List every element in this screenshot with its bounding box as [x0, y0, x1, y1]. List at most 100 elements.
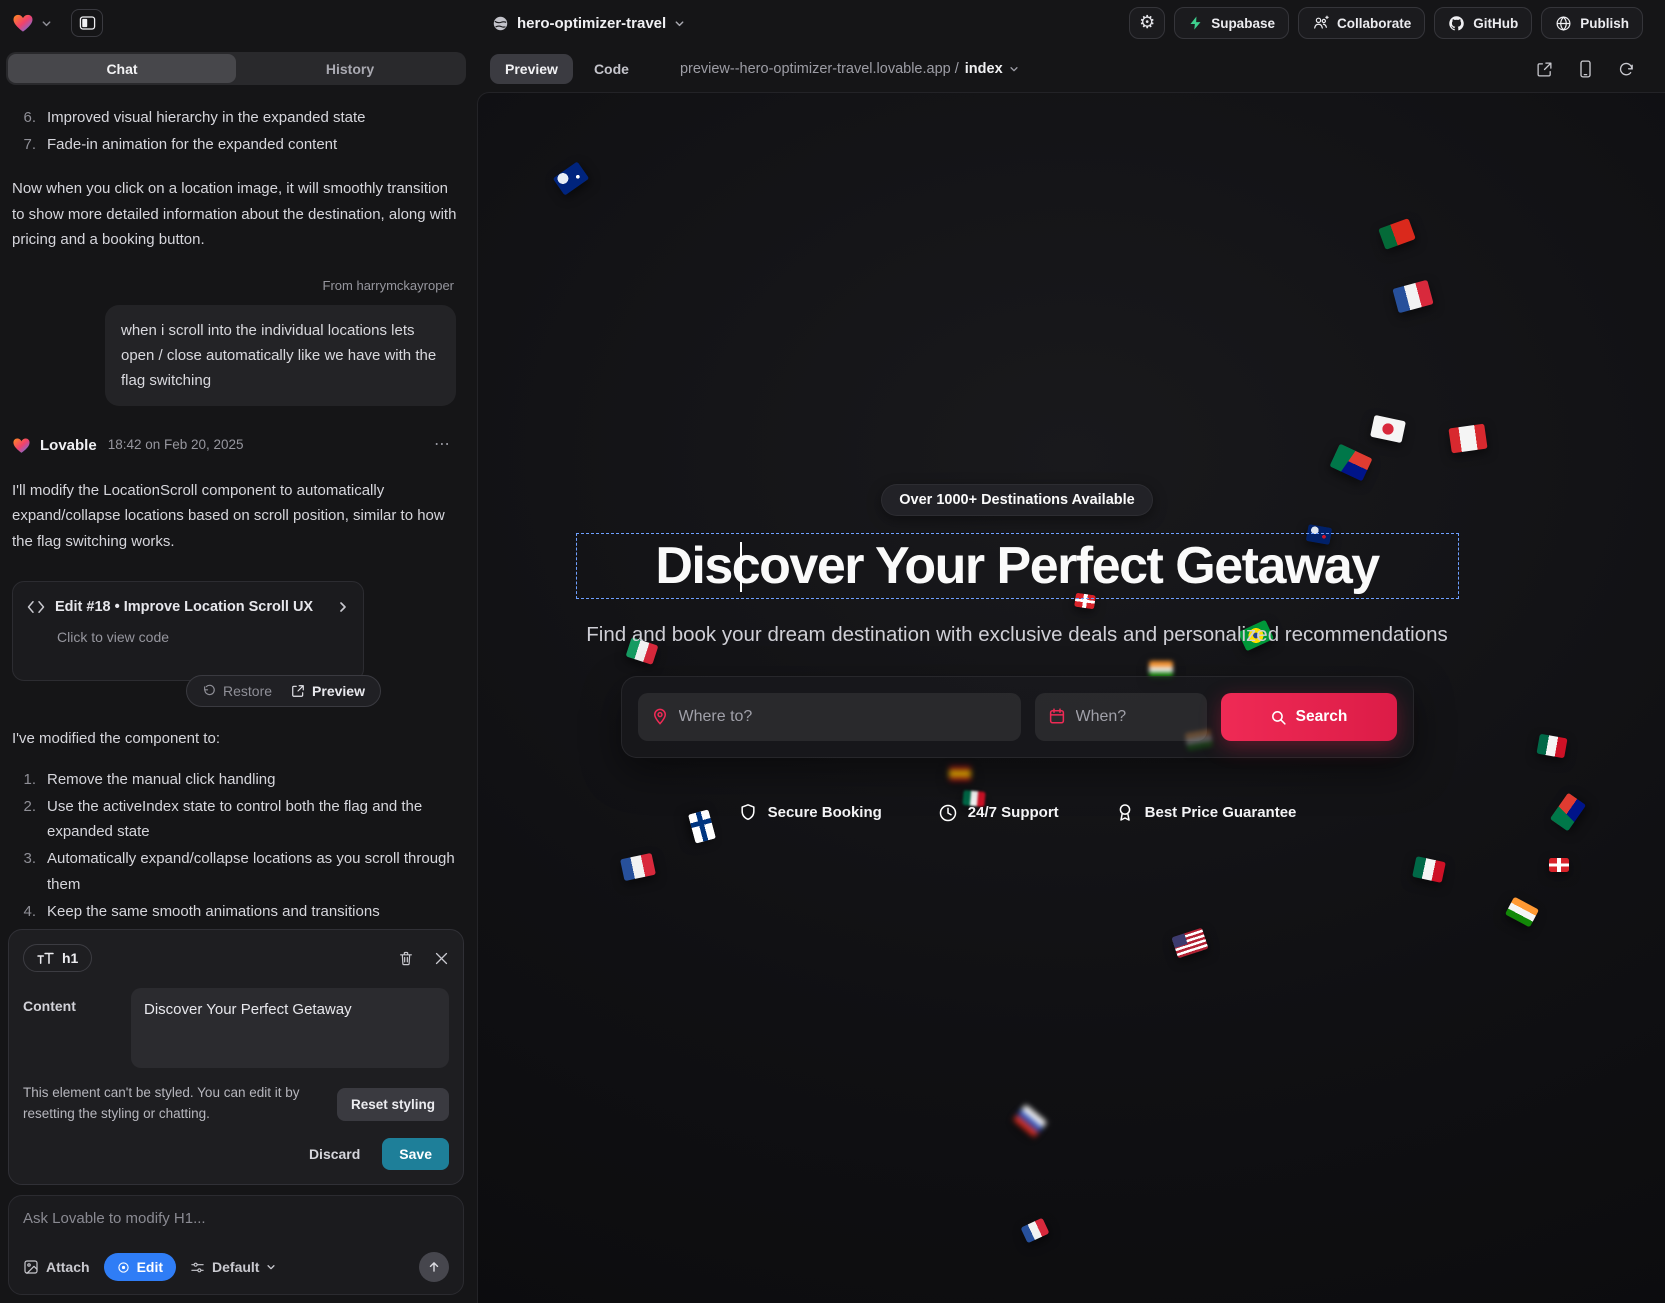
chat-scroll[interactable]: 6.Improved visual hierarchy in the expan…: [0, 85, 472, 923]
preview-url[interactable]: preview--hero-optimizer-travel.lovable.a…: [680, 61, 1019, 77]
message-author-label: From harrymckayroper: [12, 275, 458, 297]
clock-icon: [938, 803, 958, 823]
chat-sidebar: Chat History 6.Improved visual hierarchy…: [0, 46, 472, 1303]
flag-fr-icon: [1392, 280, 1433, 313]
preview-toolbar: Preview Code preview--hero-optimizer-tra…: [472, 46, 1665, 92]
where-to-input[interactable]: [638, 693, 1021, 741]
flag-jp-icon: [1370, 415, 1406, 443]
list-item: 7.Fade-in animation for the expanded con…: [12, 132, 458, 157]
assistant-name: Lovable: [40, 433, 97, 458]
gear-icon: ⚙: [1139, 14, 1155, 32]
url-host: preview--hero-optimizer-travel.lovable.a…: [680, 61, 959, 77]
list-item: 3.Automatically expand/collapse location…: [12, 846, 458, 896]
publish-button[interactable]: Publish: [1541, 7, 1643, 39]
content-textarea[interactable]: Discover Your Perfect Getaway: [131, 988, 449, 1068]
list-item: 4.Keep the same smooth animations and tr…: [12, 899, 458, 923]
save-button[interactable]: Save: [382, 1138, 449, 1170]
github-button[interactable]: GitHub: [1434, 7, 1532, 39]
location-pin-icon: [651, 707, 669, 726]
chat-input[interactable]: [23, 1210, 449, 1227]
chevron-down-icon: [266, 1262, 276, 1272]
text-type-icon: [37, 952, 54, 965]
text-caret: [740, 542, 742, 592]
shield-icon: [738, 802, 758, 823]
publish-globe-icon: [1555, 15, 1572, 32]
feature-best-price: Best Price Guarantee: [1115, 802, 1297, 823]
project-menu[interactable]: hero-optimizer-travel: [492, 0, 685, 46]
mode-selector[interactable]: Default: [190, 1259, 276, 1275]
element-tag-pill[interactable]: h1: [23, 944, 92, 972]
flag-ru-icon: [1013, 1104, 1047, 1137]
edit-version-card[interactable]: Edit #18 • Improve Location Scroll UX Cl…: [12, 581, 364, 681]
element-editor-panel: h1 Content Discover Your Perfect Getaway…: [8, 929, 464, 1185]
users-icon: [1312, 15, 1329, 31]
calendar-icon: [1048, 707, 1066, 725]
discard-button[interactable]: Discard: [297, 1138, 372, 1170]
chevron-down-icon: [674, 18, 685, 29]
preview-viewport[interactable]: Over 1000+ Destinations Available Discov…: [477, 92, 1665, 1303]
assistant-list-main: 1.Remove the manual click handling 2.Use…: [12, 767, 458, 923]
open-in-new-icon[interactable]: [1536, 61, 1553, 78]
user-message-bubble: when i scroll into the individual locati…: [105, 305, 456, 407]
destinations-badge: Over 1000+ Destinations Available: [881, 484, 1152, 516]
flag-mx-icon: [1536, 734, 1567, 759]
flag-au-icon: [553, 161, 590, 195]
feature-secure-booking: Secure Booking: [738, 802, 882, 823]
hero-title[interactable]: Discover Your Perfect Getaway: [655, 536, 1378, 596]
image-icon: [23, 1259, 39, 1275]
message-menu-button[interactable]: ⋯: [428, 432, 458, 459]
chevron-down-icon[interactable]: [41, 18, 52, 29]
url-page: index: [965, 61, 1003, 77]
project-title: hero-optimizer-travel: [517, 15, 666, 32]
assistant-list-top: 6.Improved visual hierarchy in the expan…: [12, 105, 458, 157]
sidebar-toggle-button[interactable]: [71, 9, 103, 37]
styling-note: This element can't be styled. You can ed…: [23, 1083, 337, 1125]
h1-selection-outline: Discover Your Perfect Getaway: [576, 533, 1459, 599]
list-item: 2.Use the activeIndex state to control b…: [12, 794, 458, 844]
refresh-icon[interactable]: [1618, 61, 1635, 78]
element-tag-label: h1: [62, 950, 78, 966]
list-item: 6.Improved visual hierarchy in the expan…: [12, 105, 458, 130]
tab-code[interactable]: Code: [579, 54, 644, 84]
flag-ch-icon: [1549, 858, 1569, 872]
settings-button[interactable]: ⚙: [1129, 7, 1165, 39]
search-button[interactable]: Search: [1221, 693, 1397, 741]
preview-version-button[interactable]: Preview: [291, 683, 365, 699]
code-icon: [27, 600, 45, 614]
content-label: Content: [23, 988, 131, 1068]
lovable-logo-icon[interactable]: [12, 13, 34, 33]
mobile-view-icon[interactable]: [1578, 60, 1593, 78]
restore-icon: [202, 684, 216, 698]
close-icon[interactable]: [434, 951, 449, 966]
edit-card-subtitle: Click to view code: [27, 626, 349, 650]
edit-mode-toggle[interactable]: Edit: [104, 1253, 176, 1281]
delete-element-icon[interactable]: [398, 950, 414, 967]
attach-button[interactable]: Attach: [23, 1259, 90, 1275]
restore-button[interactable]: Restore: [202, 683, 272, 699]
flag-pt-icon: [1378, 218, 1416, 250]
flag-mx-icon: [1412, 856, 1446, 883]
assistant-paragraph: I've modified the component to:: [12, 726, 458, 751]
list-item: 1.Remove the manual click handling: [12, 767, 458, 792]
tab-history[interactable]: History: [236, 54, 464, 83]
hero-subtitle: Find and book your dream destination wit…: [567, 623, 1467, 647]
assistant-message-header: Lovable 18:42 on Feb 20, 2025 ⋯: [12, 432, 458, 459]
search-icon: [1270, 709, 1287, 726]
assistant-paragraph: I'll modify the LocationScroll component…: [12, 478, 458, 554]
flag-fr-icon: [1021, 1218, 1050, 1244]
assistant-paragraph: Now when you click on a location image, …: [12, 176, 458, 252]
flag-in-icon: [1505, 897, 1539, 928]
tab-chat[interactable]: Chat: [8, 54, 236, 83]
arrow-up-icon: [427, 1260, 441, 1274]
collaborate-button[interactable]: Collaborate: [1298, 7, 1425, 39]
edit-card-title: Edit #18 • Improve Location Scroll UX: [55, 595, 313, 619]
cursor-icon: [117, 1261, 130, 1274]
flag-za-icon: [1329, 444, 1372, 482]
chat-composer: Attach Edit Default: [8, 1195, 464, 1295]
supabase-bolt-icon: [1188, 15, 1203, 31]
tab-preview[interactable]: Preview: [490, 54, 573, 84]
send-button[interactable]: [419, 1252, 449, 1282]
globe-icon: [492, 15, 509, 32]
reset-styling-button[interactable]: Reset styling: [337, 1088, 449, 1121]
supabase-button[interactable]: Supabase: [1174, 7, 1289, 39]
